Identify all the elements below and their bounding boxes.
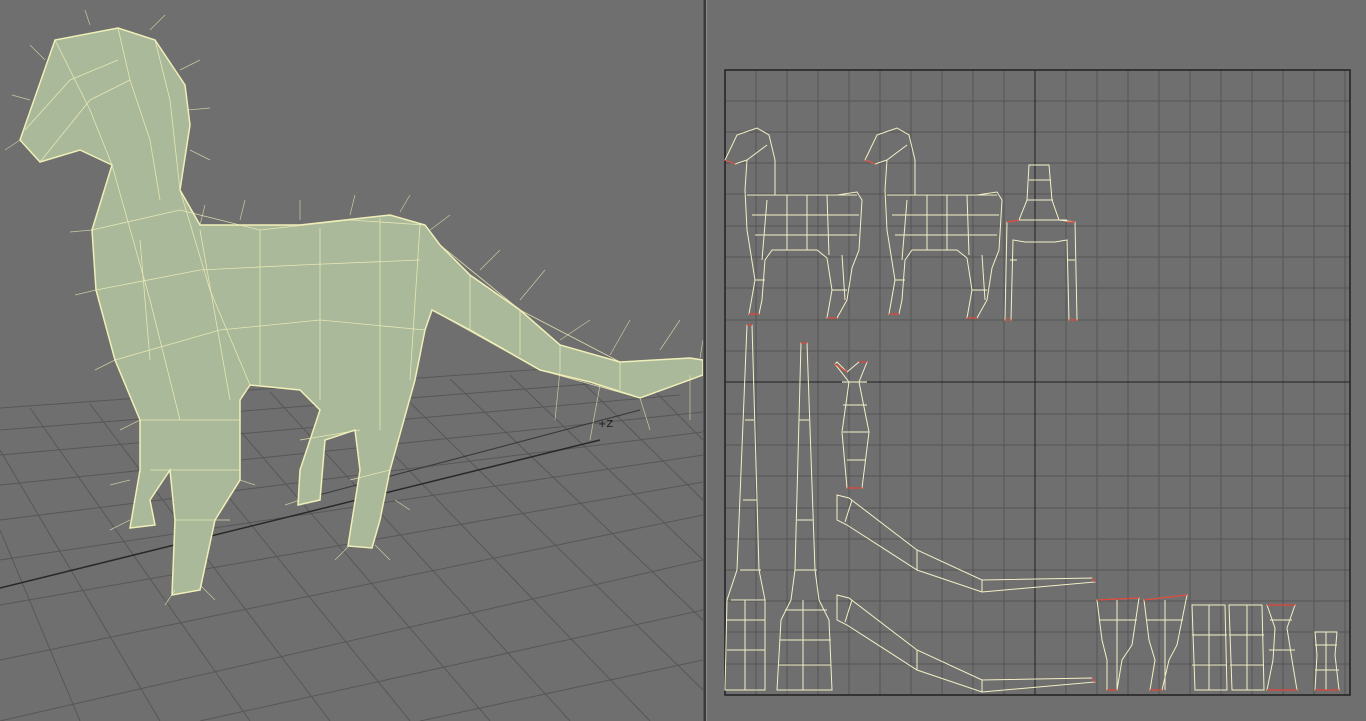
uv-shell-neck-strip-b[interactable] <box>776 342 833 691</box>
uv-shells[interactable] <box>724 127 1340 693</box>
perspective-viewport[interactable]: +Z <box>0 0 703 721</box>
uv-editor-viewport[interactable] <box>707 0 1366 721</box>
uv-shell-horse-side-a[interactable] <box>724 127 863 319</box>
uv-shell-leg-1[interactable] <box>1096 597 1140 691</box>
uv-shell-tail-b[interactable] <box>836 594 1096 693</box>
uv-shell-leg-3[interactable] <box>1191 604 1228 691</box>
perspective-canvas <box>0 9 703 721</box>
uv-shell-hoof-1[interactable] <box>1266 604 1298 691</box>
uv-shell-belly[interactable] <box>834 361 870 489</box>
horse-body-shape <box>19 27 703 596</box>
uv-canvas <box>724 69 1351 696</box>
uv-shell-tail-a[interactable] <box>836 494 1096 593</box>
uv-shell-leg-2[interactable] <box>1143 594 1188 691</box>
uv-shell-leg-4[interactable] <box>1228 604 1265 691</box>
uv-shell-horse-side-b[interactable] <box>864 127 1003 319</box>
z-axis-label: +Z <box>598 419 614 430</box>
horse-mesh[interactable] <box>4 9 703 606</box>
uv-shell-hoof-2[interactable] <box>1314 631 1340 691</box>
